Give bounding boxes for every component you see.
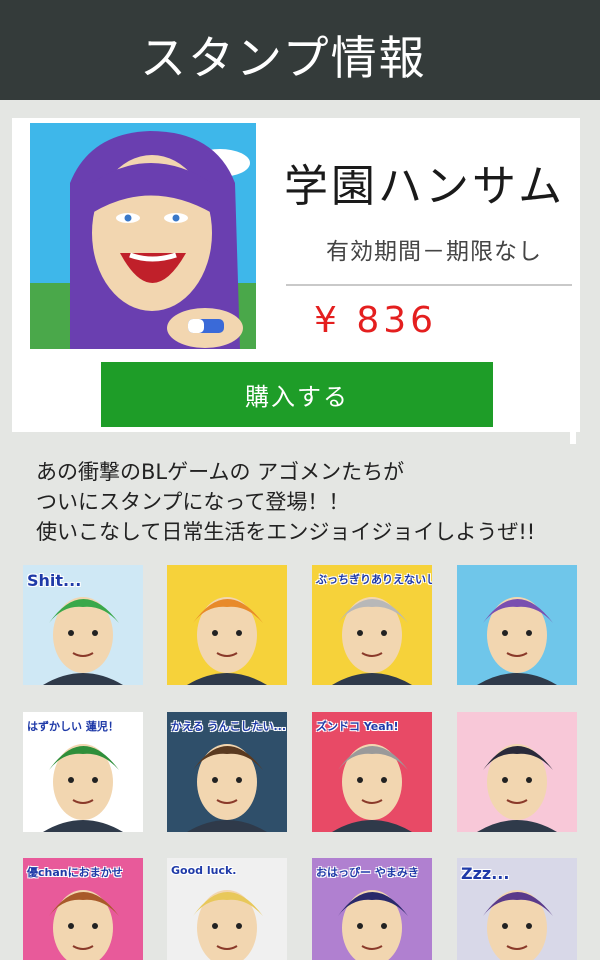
sticker-thumbnail[interactable]: ぶっちぎりありえないし [312,565,432,685]
description-line-3: 使いこなして日常生活をエンジョイジョイしようぜ!! [36,520,536,544]
description-line-1: あの衝撃のBLゲームの アゴメンたちが [36,460,405,484]
sticker-thumbnail[interactable]: Shit... [23,565,143,685]
sticker-thumbnail[interactable] [167,565,287,685]
card-edge [570,430,576,444]
sticker-caption: かえる うんこしたい... [171,720,287,733]
header-bar: スタンプ情報 [0,0,600,100]
sticker-thumbnail[interactable]: Good luck. [167,858,287,960]
product-title: 学園ハンサム [284,161,566,212]
description-line-2: ついにスタンプになって登場！！ [36,490,350,514]
sticker-caption: ぶっちぎりありえないし [316,573,432,586]
sticker-thumbnail[interactable]: おはっぴー やまみき [312,858,432,960]
buy-button[interactable]: 購入する [101,362,493,427]
sticker-caption: Shit... [27,571,82,590]
sticker-thumbnail[interactable]: ズンドコ Yeah! [312,712,432,832]
sticker-thumbnail[interactable]: かえる うんこしたい... [167,712,287,832]
sticker-thumbnail[interactable]: 優chanにおまかせ [23,858,143,960]
sticker-caption: はずかしい 蓮児！ [27,720,119,733]
divider [286,284,572,286]
price-label: ¥ 836 [314,300,438,341]
page-title: スタンプ情報 [140,31,427,85]
sticker-thumbnail[interactable]: はずかしい 蓮児！ [23,712,143,832]
sticker-thumbnail[interactable] [457,712,577,832]
sticker-caption: Zzz... [461,864,510,883]
main-sticker-image [30,123,256,349]
sticker-caption: 優chanにおまかせ [27,866,123,879]
sticker-caption: おはっぴー やまみき [316,866,419,879]
buy-button-label: 購入する [245,383,349,411]
sticker-thumbnail[interactable]: Zzz... [457,858,577,960]
sticker-thumbnail[interactable] [457,565,577,685]
sticker-caption: ズンドコ Yeah! [316,720,399,733]
validity-period: 有効期間－期限なし [326,239,542,265]
sticker-caption: Good luck. [171,864,237,877]
